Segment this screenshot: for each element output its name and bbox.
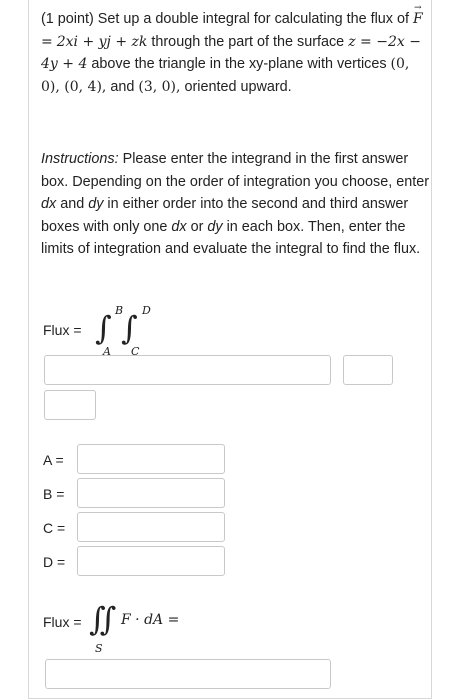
instructions-label: Instructions: (41, 151, 119, 167)
problem-card: (1 point) Set up a double integral for c… (28, 0, 432, 699)
points-label: (1 point) (41, 11, 94, 27)
flux-result-label: Flux = (43, 614, 82, 630)
outer-integral-icon: ∫ (95, 309, 112, 347)
limit-b-label: B = (43, 486, 65, 502)
limit-a-label: A = (43, 452, 64, 468)
limit-a-input[interactable] (77, 444, 225, 474)
inner-integral-icon: ∫ (121, 309, 138, 347)
field-expression: 2xi + yj + zk (56, 33, 148, 50)
field-symbol: F (413, 0, 423, 31)
limit-b-input[interactable] (77, 478, 225, 508)
limit-c-label: C = (43, 520, 66, 536)
upper-limit-inner: D (142, 304, 151, 317)
differential-input-1[interactable] (343, 355, 393, 385)
integrand-input[interactable] (44, 355, 331, 385)
flux-answer-input[interactable] (45, 659, 331, 689)
limit-d-input[interactable] (77, 546, 225, 576)
problem-statement: (1 point) Set up a double integral for c… (41, 0, 431, 98)
limit-d-label: D = (43, 554, 66, 570)
surface-integral-icon: ∬ (89, 600, 117, 638)
instructions: Instructions: Please enter the integrand… (41, 151, 430, 257)
flux-setup-label: Flux = (43, 322, 82, 338)
flux-integrand: F · dA = (121, 612, 180, 628)
limit-c-input[interactable] (77, 512, 225, 542)
surface-region-label: S (95, 642, 103, 655)
differential-input-2[interactable] (44, 390, 96, 420)
